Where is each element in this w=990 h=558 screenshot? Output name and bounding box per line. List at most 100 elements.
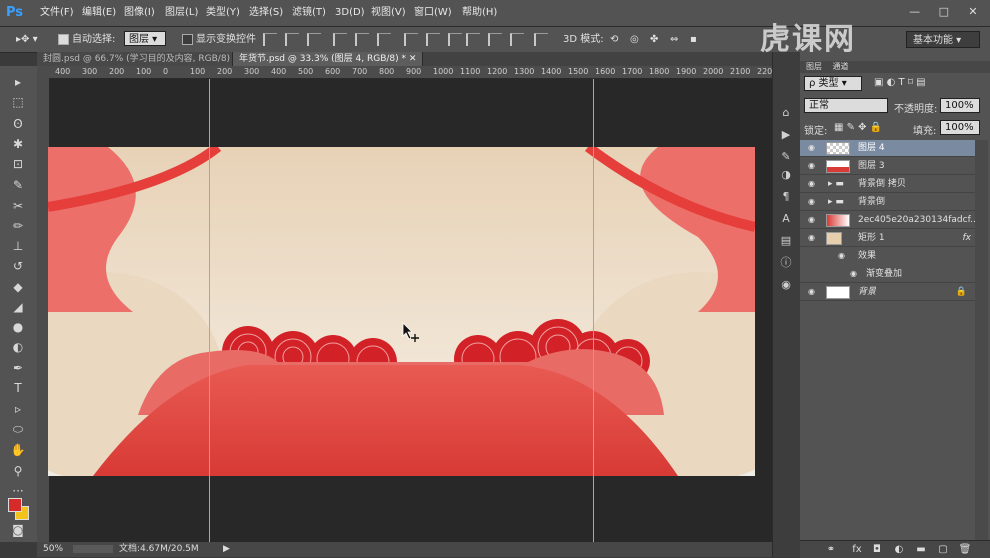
layer-filter-select[interactable]: ρ 类型 ▾ (804, 76, 862, 91)
auto-select-dropdown[interactable]: 图层 ▾ (124, 31, 166, 46)
paragraph-panel-icon[interactable]: ¶ (779, 190, 793, 204)
menu-edit[interactable]: 编辑(E) (82, 0, 116, 26)
menu-window[interactable]: 窗口(W) (414, 0, 452, 26)
actions-panel-icon[interactable]: ▶ (779, 128, 793, 142)
eye-icon[interactable]: ◉ (850, 270, 860, 278)
info-panel-icon[interactable]: ⓘ (779, 256, 793, 270)
distribute-top-icon[interactable] (404, 33, 418, 46)
layer-row[interactable]: ◉ ▸ ▬ 背景倒 拷贝 (800, 176, 975, 193)
layer-row[interactable]: ◉ 2ec405e20a230134fadcf... (800, 212, 979, 229)
menu-file[interactable]: 文件(F) (40, 0, 74, 26)
menu-layer[interactable]: 图层(L) (165, 0, 198, 26)
align-hcenter-icon[interactable] (355, 33, 369, 46)
artboard[interactable] (48, 147, 755, 476)
foreground-color-swatch[interactable] (8, 498, 22, 512)
move-tool-icon[interactable]: ▸ (8, 74, 28, 91)
move-tool-preset-icon[interactable]: ▸✥ ▾ (16, 31, 38, 48)
align-top-icon[interactable] (263, 33, 277, 46)
adjustments-icon[interactable]: ◑ (779, 168, 793, 182)
eyedropper-tool-icon[interactable]: ✎ (8, 177, 28, 194)
align-bottom-icon[interactable] (307, 33, 321, 46)
filter-icons[interactable]: ▣ ◐ T ⌑ ▤ (874, 77, 926, 88)
align-vcenter-icon[interactable] (285, 33, 299, 46)
menu-help[interactable]: 帮助(H) (462, 0, 497, 26)
brush-panel-icon[interactable]: ✎ (779, 150, 793, 164)
layer-row[interactable]: ◉ 矩形 1 fx (800, 230, 975, 247)
crop-tool-icon[interactable]: ⊡ (8, 156, 28, 173)
zoom-slider[interactable] (73, 545, 113, 553)
status-menu-arrow-icon[interactable]: ▶ (223, 542, 230, 557)
layer-row[interactable]: ◉ 图层 4 (800, 140, 975, 157)
history-panel-icon[interactable]: ⌂ (779, 106, 793, 120)
opacity-input[interactable]: 100% (940, 98, 980, 113)
eye-icon[interactable]: ◉ (808, 162, 818, 170)
character-panel-icon[interactable]: A (779, 212, 793, 226)
tab-channels[interactable]: 通道 (833, 62, 849, 71)
hand-tool-icon[interactable]: ✋ (8, 442, 28, 459)
3d-rotate-icon[interactable]: ⟲ (610, 31, 618, 48)
folder-icon[interactable]: ▸ ▬ (828, 194, 844, 211)
path-select-icon[interactable]: ▹ (8, 401, 28, 418)
dodge-tool-icon[interactable]: ◐ (8, 339, 28, 356)
eye-icon[interactable]: ◉ (808, 144, 818, 152)
align-left-icon[interactable] (333, 33, 347, 46)
blend-mode-select[interactable]: 正常 (804, 98, 888, 113)
stamp-tool-icon[interactable]: ⊥ (8, 238, 28, 255)
distribute-left-icon[interactable] (466, 33, 480, 46)
paint-bucket-icon[interactable]: ◢ (8, 299, 28, 316)
3d-scale-icon[interactable]: ▪ (690, 31, 697, 48)
quick-mask-icon[interactable]: ◙ (8, 522, 28, 539)
properties-icon[interactable]: ▤ (779, 234, 793, 248)
distribute-right-icon[interactable] (510, 33, 524, 46)
menu-view[interactable]: 视图(V) (371, 0, 406, 26)
fx-icon[interactable]: fx (963, 230, 972, 247)
layer-row[interactable]: ◉ 背景 🔒 (800, 284, 975, 301)
distribute-vcenter-icon[interactable] (426, 33, 440, 46)
tab-active-doc[interactable]: 年货节.psd @ 33.3% (图层 4, RGB/8) * ✕ (233, 52, 423, 66)
show-transform-checkbox[interactable]: 显示变换控件 (182, 31, 256, 48)
3d-roll-icon[interactable]: ◎ (630, 31, 639, 48)
zoom-level[interactable]: 50% (43, 542, 63, 557)
tab-layers[interactable]: 图层 (806, 62, 822, 71)
tab-cover-doc[interactable]: 封圆.psd @ 66.7% (学习目的及内容, RGB/8) ✕ (37, 52, 233, 78)
fx-button-icon[interactable]: fx (850, 543, 864, 556)
folder-icon[interactable]: ▸ ▬ (828, 176, 844, 193)
layers-scrollbar[interactable] (975, 140, 988, 540)
menu-type[interactable]: 类型(Y) (206, 0, 240, 26)
history-brush-icon[interactable]: ↺ (8, 258, 28, 275)
pen-tool-icon[interactable]: ✒ (8, 360, 28, 377)
3d-pan-icon[interactable]: ✤ (650, 31, 658, 48)
layer-row[interactable]: ◉ 图层 3 (800, 158, 975, 175)
eye-icon[interactable]: ◉ (838, 252, 848, 260)
healing-tool-icon[interactable]: ✂ (8, 198, 28, 215)
new-group-icon[interactable]: ▬ (914, 543, 928, 556)
layer-effects-row[interactable]: ◉ 效果 (800, 248, 975, 265)
eye-icon[interactable]: ◉ (808, 180, 818, 188)
menu-3d[interactable]: 3D(D) (335, 0, 365, 26)
guide-left[interactable] (209, 79, 210, 542)
zoom-tool-icon[interactable]: ⚲ (8, 463, 28, 480)
layer-row[interactable]: ◉ ▸ ▬ 背景倒 (800, 194, 975, 211)
ellipse-tool-icon[interactable]: ⬭ (8, 421, 28, 438)
eye-icon[interactable]: ◉ (808, 216, 818, 224)
menu-select[interactable]: 选择(S) (249, 0, 283, 26)
auto-align-icon[interactable] (534, 33, 548, 46)
eye-icon[interactable]: ◉ (808, 234, 818, 242)
blur-tool-icon[interactable]: ● (8, 319, 28, 336)
link-layers-icon[interactable]: ⚭ (824, 543, 838, 556)
color-panel-icon[interactable]: ◉ (779, 278, 793, 292)
new-layer-icon[interactable]: ▢ (936, 543, 950, 556)
add-mask-icon[interactable]: ◘ (870, 543, 884, 556)
quick-select-tool-icon[interactable]: ✱ (8, 136, 28, 153)
brush-tool-icon[interactable]: ✏ (8, 218, 28, 235)
layer-effect-item[interactable]: ◉ 渐变叠加 (800, 266, 975, 283)
eye-icon[interactable]: ◉ (808, 288, 818, 296)
fill-input[interactable]: 100% (940, 120, 980, 135)
eraser-tool-icon[interactable]: ◆ (8, 279, 28, 296)
adjustment-layer-icon[interactable]: ◐ (892, 543, 906, 556)
auto-select-checkbox[interactable]: 自动选择: (58, 31, 115, 48)
distribute-hcenter-icon[interactable] (488, 33, 502, 46)
align-right-icon[interactable] (377, 33, 391, 46)
distribute-bottom-icon[interactable] (448, 33, 462, 46)
delete-layer-icon[interactable]: 🗑 (958, 543, 972, 556)
